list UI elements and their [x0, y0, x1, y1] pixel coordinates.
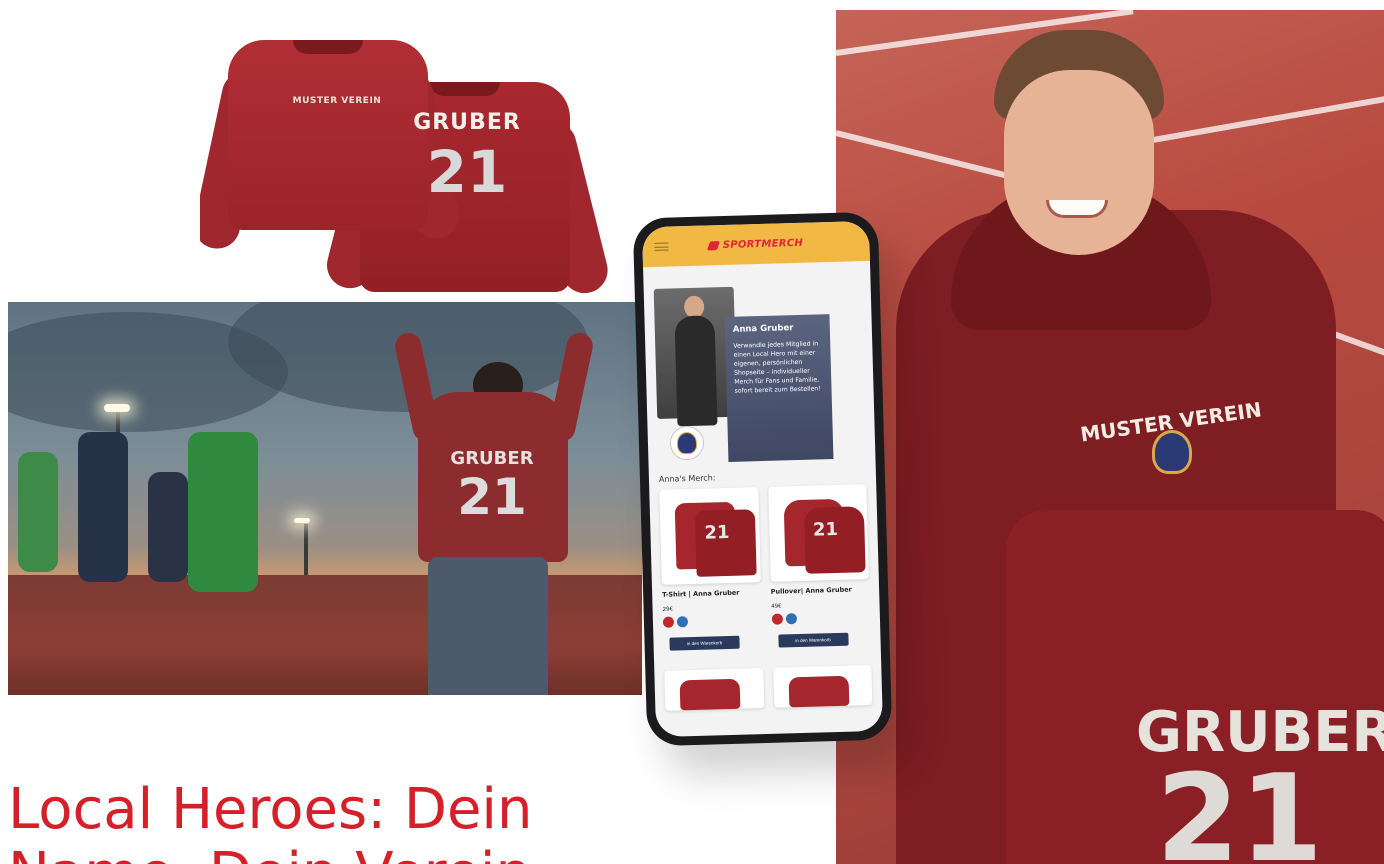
tshirt-number: 21: [704, 521, 730, 544]
product-image[interactable]: 21: [659, 487, 761, 585]
brand-logo-text: SPORTMERCH: [722, 237, 804, 251]
product-image[interactable]: [772, 665, 873, 708]
held-hoodie-back-number: 21: [1156, 750, 1323, 864]
runner-green: [18, 452, 58, 572]
product-image[interactable]: 21: [767, 484, 869, 582]
swatch-red[interactable]: [662, 616, 675, 628]
runner-navy: [148, 472, 188, 582]
page-headline: Local Heroes: Dein Name, Dein Verein: [8, 777, 533, 864]
swatch-blue[interactable]: [785, 613, 797, 625]
profile-name: Anna Gruber: [732, 323, 794, 335]
hamburger-menu-icon[interactable]: [654, 242, 669, 251]
pullover-back-name: GRUBER: [413, 110, 521, 135]
brand-logo[interactable]: SPORTMERCH: [707, 237, 804, 251]
hoodie-athlete: GRUBER 21: [392, 330, 596, 695]
profile-person-head: [683, 295, 705, 319]
product-thumbnail: [679, 678, 741, 711]
floodlight-lamp: [104, 404, 130, 412]
hoodie-back-number: 21: [457, 468, 527, 526]
profile-description: Verwandle jedes Mitglied in einen Local …: [733, 340, 821, 395]
swatch-blue[interactable]: [676, 616, 689, 628]
product-title[interactable]: Pullover| Anna Gruber: [771, 585, 870, 596]
color-swatches: [662, 614, 762, 628]
pullover-club-print: MUSTER VEREIN: [292, 96, 382, 106]
product-grid-row-2: [654, 665, 882, 717]
product-price: 29€: [662, 606, 674, 613]
profile-card: Anna Gruber Verwandle jedes Mitglied in …: [724, 314, 834, 462]
eagle-crest-icon: [676, 431, 698, 455]
runner-navy: [78, 432, 128, 582]
pullover-back-neck: [430, 82, 500, 96]
swatch-red[interactable]: [771, 613, 783, 625]
add-to-cart-button[interactable]: in den Warenkorb: [669, 635, 740, 651]
club-badge[interactable]: [669, 425, 705, 461]
color-swatches: [771, 611, 870, 625]
product-card-pullover[interactable]: 21 Pullover| Anna Gruber 49€ in den Ware…: [767, 484, 871, 648]
pullover-front-neck: [293, 40, 363, 54]
product-title[interactable]: T-Shirt | Anna Gruber: [662, 588, 761, 599]
hoodie-back-name: GRUBER: [450, 448, 534, 469]
pullover-number: 21: [812, 518, 839, 541]
phone-screen: SPORTMERCH Anna Gruber Verwandle jedes M…: [641, 220, 884, 738]
athlete-jeans: [428, 557, 548, 695]
profile-section: Anna Gruber Verwandle jedes Mitglied in …: [643, 261, 875, 467]
product-thumbnail: [788, 675, 849, 708]
pullover-product-photo: MUSTER VEREIN GRUBER 21: [200, 0, 620, 300]
profile-person-body: [674, 315, 718, 427]
product-card-tshirt[interactable]: 21 T-Shirt | Anna Gruber 29€ in den Ware…: [659, 487, 762, 651]
runners-photo: GRUBER 21: [8, 302, 642, 695]
track-lane-line: [1135, 94, 1384, 146]
product-price: 49€: [770, 603, 782, 610]
add-to-cart-button[interactable]: in den Warenkorb: [777, 632, 849, 648]
athlete-face: [1004, 70, 1154, 255]
athlete-photo: MUSTER VEREIN GRUBER 21: [836, 10, 1384, 864]
app-header: SPORTMERCH: [641, 220, 870, 268]
pullover-back-number: 21: [426, 138, 508, 206]
product-image[interactable]: [664, 668, 764, 711]
athlete-smile: [1046, 200, 1108, 218]
product-grid: 21 T-Shirt | Anna Gruber 29€ in den Ware…: [649, 484, 880, 651]
brand-logo-mark-icon: [707, 240, 721, 250]
runner-green: [188, 432, 258, 592]
floodlight-lamp: [294, 518, 310, 523]
phone-mockup: SPORTMERCH Anna Gruber Verwandle jedes M…: [632, 211, 893, 747]
merch-heading: Anna's Merch:: [658, 473, 716, 484]
eagle-crest-icon: [1152, 430, 1192, 474]
